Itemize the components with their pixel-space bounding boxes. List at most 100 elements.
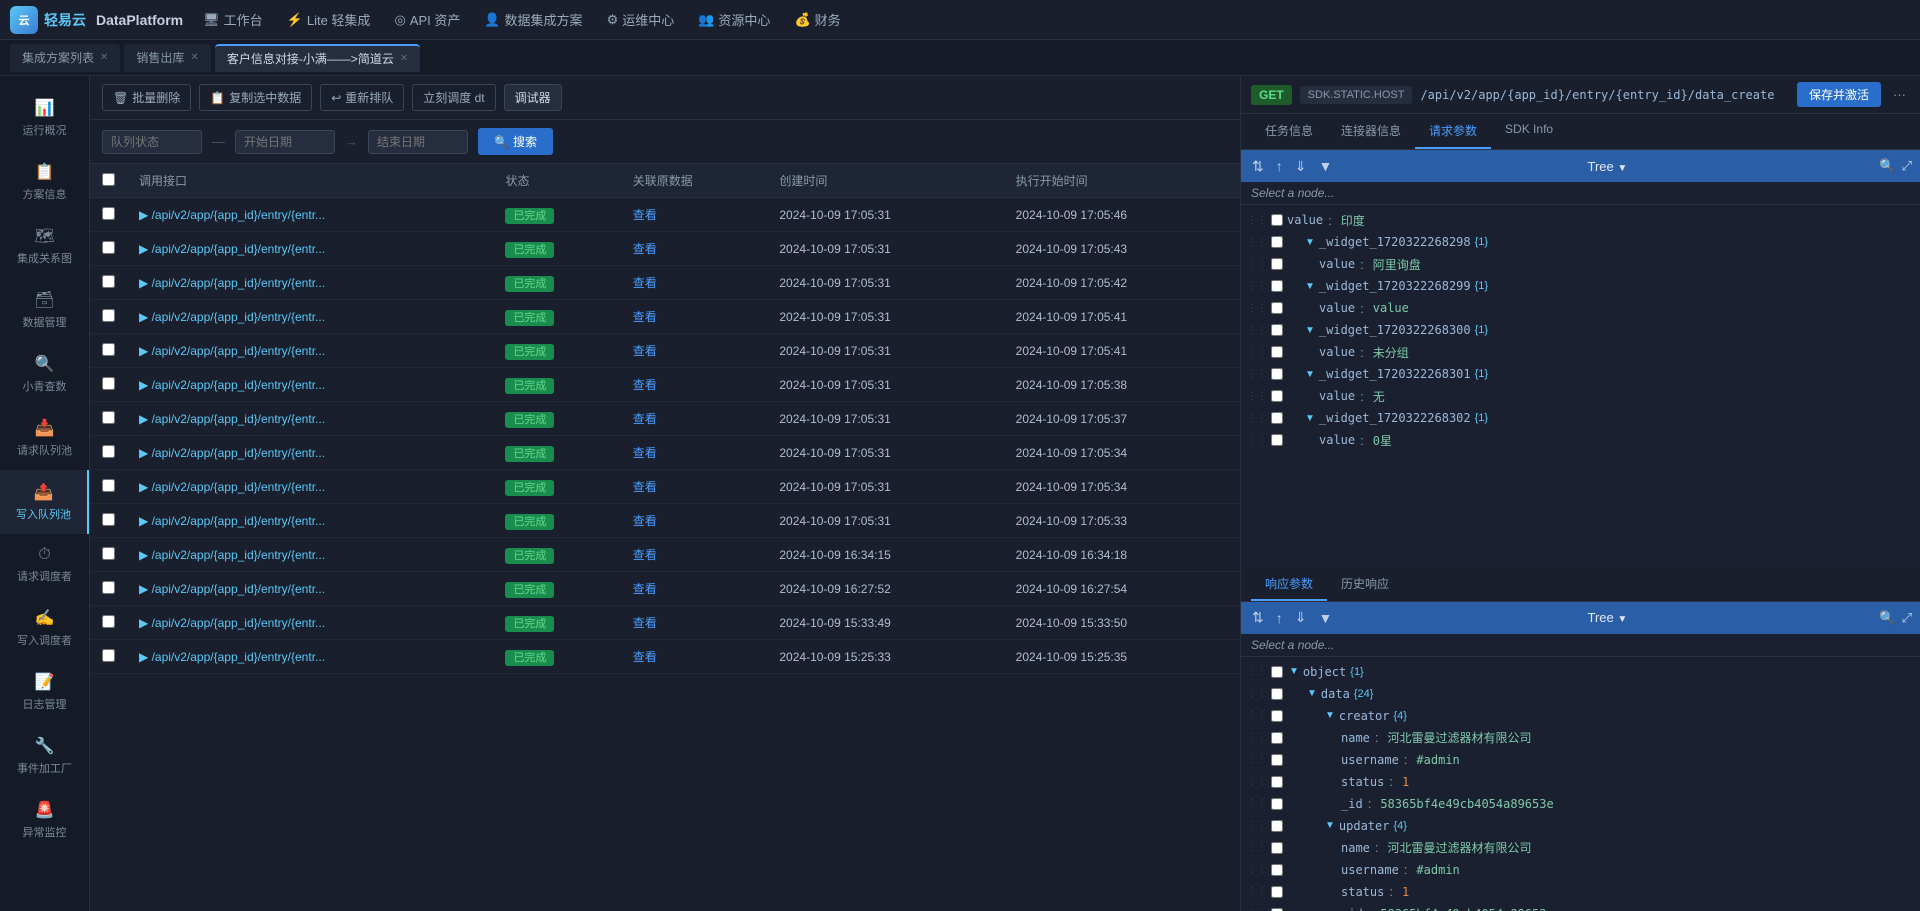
row-checkbox-7[interactable] xyxy=(102,445,115,458)
tree-toggle-5[interactable]: ▼ xyxy=(1305,325,1315,336)
sidebar-item-anomaly-monitor[interactable]: 🚨 异常监控 xyxy=(0,788,89,852)
batch-delete-button[interactable]: 🗑 批量删除 xyxy=(102,84,191,111)
requeue-button[interactable]: ↩ 重新排队 xyxy=(320,84,404,111)
nav-finance[interactable]: 💰 财务 xyxy=(794,10,840,29)
tab-response-params[interactable]: 响应参数 xyxy=(1251,568,1327,601)
row-related-11[interactable]: 查看 xyxy=(621,572,768,606)
resp-tree-search-btn[interactable]: 🔍 xyxy=(1879,610,1895,626)
resp-tree-checkbox-3[interactable] xyxy=(1271,732,1283,744)
sidebar-item-data-mgmt[interactable]: 🗃 数据管理 xyxy=(0,278,89,342)
row-checkbox-13[interactable] xyxy=(102,649,115,662)
tab-solution-list[interactable]: 集成方案列表 ✕ xyxy=(10,44,120,72)
row-checkbox-5[interactable] xyxy=(102,377,115,390)
resp-tree-toggle-0[interactable]: ▼ xyxy=(1289,666,1299,677)
tree-filter-btn[interactable]: ▼ xyxy=(1315,158,1335,174)
sidebar-item-integration-map[interactable]: 🗺 集成关系图 xyxy=(0,214,89,278)
row-checkbox-12[interactable] xyxy=(102,615,115,628)
resp-tree-checkbox-2[interactable] xyxy=(1271,710,1283,722)
row-related-6[interactable]: 查看 xyxy=(621,402,768,436)
tree-node-checkbox-9[interactable] xyxy=(1271,412,1283,424)
row-related-7[interactable]: 查看 xyxy=(621,436,768,470)
row-related-10[interactable]: 查看 xyxy=(621,538,768,572)
resp-tree-checkbox-4[interactable] xyxy=(1271,754,1283,766)
nav-ops[interactable]: ⚙ 运维中心 xyxy=(607,10,675,29)
resp-tree-collapse-btn[interactable]: ↑ xyxy=(1273,610,1286,626)
row-related-9[interactable]: 查看 xyxy=(621,504,768,538)
row-checkbox-10[interactable] xyxy=(102,547,115,560)
row-checkbox-1[interactable] xyxy=(102,241,115,254)
tree-sort-btn[interactable]: ⇓ xyxy=(1292,158,1310,175)
tree-node-checkbox-2[interactable] xyxy=(1271,258,1283,270)
row-related-5[interactable]: 查看 xyxy=(621,368,768,402)
more-options-button[interactable]: ··· xyxy=(1889,87,1910,102)
nav-resource[interactable]: 👥 资源中心 xyxy=(698,10,770,29)
tab-history-response[interactable]: 历史响应 xyxy=(1327,568,1403,601)
tree-toggle-9[interactable]: ▼ xyxy=(1305,413,1315,424)
resp-tree-checkbox-7[interactable] xyxy=(1271,820,1283,832)
resp-tree-expand-all-btn[interactable]: ⇅ xyxy=(1249,609,1267,626)
schedule-now-button[interactable]: 立刻调度 dt xyxy=(412,84,495,111)
tree-node-checkbox-6[interactable] xyxy=(1271,346,1283,358)
sidebar-item-solution-info[interactable]: 📋 方案信息 xyxy=(0,150,89,214)
tree-expand-btn[interactable]: ⤢ xyxy=(1902,158,1912,174)
nav-workbench[interactable]: 🖥 工作台 xyxy=(203,10,263,29)
sidebar-item-write-queue[interactable]: 📤 写入队列池 xyxy=(0,470,89,534)
resp-tree-checkbox-9[interactable] xyxy=(1271,864,1283,876)
tree-toggle-3[interactable]: ▼ xyxy=(1305,281,1315,292)
tree-node-checkbox-5[interactable] xyxy=(1271,324,1283,336)
resp-tree-toggle-7[interactable]: ▼ xyxy=(1325,820,1335,831)
sidebar-item-event-factory[interactable]: 🔧 事件加工厂 xyxy=(0,724,89,788)
select-all-checkbox[interactable] xyxy=(102,173,115,186)
resp-tree-checkbox-10[interactable] xyxy=(1271,886,1283,898)
tree-node-checkbox-10[interactable] xyxy=(1271,434,1283,446)
tab-sdk-info[interactable]: SDK Info xyxy=(1491,114,1567,149)
resp-tree-checkbox-5[interactable] xyxy=(1271,776,1283,788)
resp-tree-checkbox-11[interactable] xyxy=(1271,908,1283,911)
queue-status-filter[interactable] xyxy=(102,130,202,154)
start-date-filter[interactable] xyxy=(235,130,335,154)
row-checkbox-2[interactable] xyxy=(102,275,115,288)
row-related-2[interactable]: 查看 xyxy=(621,266,768,300)
row-checkbox-4[interactable] xyxy=(102,343,115,356)
tree-node-checkbox-3[interactable] xyxy=(1271,280,1283,292)
resp-tree-filter-btn[interactable]: ▼ xyxy=(1315,610,1335,626)
row-checkbox-8[interactable] xyxy=(102,479,115,492)
resp-tree-checkbox-8[interactable] xyxy=(1271,842,1283,854)
sidebar-item-small-query[interactable]: 🔍 小青查数 xyxy=(0,342,89,406)
sidebar-item-write-scheduler[interactable]: ✍ 写入调度者 xyxy=(0,596,89,660)
row-checkbox-11[interactable] xyxy=(102,581,115,594)
tab-sales[interactable]: 销售出库 ✕ xyxy=(124,44,210,72)
tree-search-btn[interactable]: 🔍 xyxy=(1879,158,1895,174)
row-checkbox-6[interactable] xyxy=(102,411,115,424)
row-checkbox-3[interactable] xyxy=(102,309,115,322)
resp-tree-toggle-2[interactable]: ▼ xyxy=(1325,710,1335,721)
row-checkbox-9[interactable] xyxy=(102,513,115,526)
sidebar-item-request-scheduler[interactable]: ⏱ 请求调度者 xyxy=(0,534,89,596)
tree-node-checkbox-1[interactable] xyxy=(1271,236,1283,248)
resp-tree-sort-btn[interactable]: ⇓ xyxy=(1292,609,1310,626)
resp-tree-expand-btn[interactable]: ⤢ xyxy=(1902,610,1912,626)
row-related-3[interactable]: 查看 xyxy=(621,300,768,334)
sidebar-item-request-queue[interactable]: 📥 请求队列池 xyxy=(0,406,89,470)
sidebar-item-overview[interactable]: 📊 运行概况 xyxy=(0,86,89,150)
row-related-12[interactable]: 查看 xyxy=(621,606,768,640)
tree-node-checkbox-0[interactable] xyxy=(1271,214,1283,226)
tree-node-checkbox-7[interactable] xyxy=(1271,368,1283,380)
resp-tree-checkbox-0[interactable] xyxy=(1271,666,1283,678)
resp-tree-checkbox-6[interactable] xyxy=(1271,798,1283,810)
tab-close-solution-list[interactable]: ✕ xyxy=(100,52,108,63)
tree-toggle-1[interactable]: ▼ xyxy=(1305,237,1315,248)
row-related-13[interactable]: 查看 xyxy=(621,640,768,674)
tree-node-checkbox-8[interactable] xyxy=(1271,390,1283,402)
row-related-0[interactable]: 查看 xyxy=(621,198,768,232)
row-related-1[interactable]: 查看 xyxy=(621,232,768,266)
resp-tree-toggle-1[interactable]: ▼ xyxy=(1307,688,1317,699)
copy-filter-button[interactable]: 📋 复制选中数据 xyxy=(199,84,312,111)
tree-toggle-7[interactable]: ▼ xyxy=(1305,369,1315,380)
row-related-4[interactable]: 查看 xyxy=(621,334,768,368)
row-checkbox-0[interactable] xyxy=(102,207,115,220)
nav-datasolution[interactable]: 👤 数据集成方案 xyxy=(484,10,582,29)
nav-lite[interactable]: ⚡ Lite 轻集成 xyxy=(287,10,371,29)
row-related-8[interactable]: 查看 xyxy=(621,470,768,504)
tree-node-checkbox-4[interactable] xyxy=(1271,302,1283,314)
